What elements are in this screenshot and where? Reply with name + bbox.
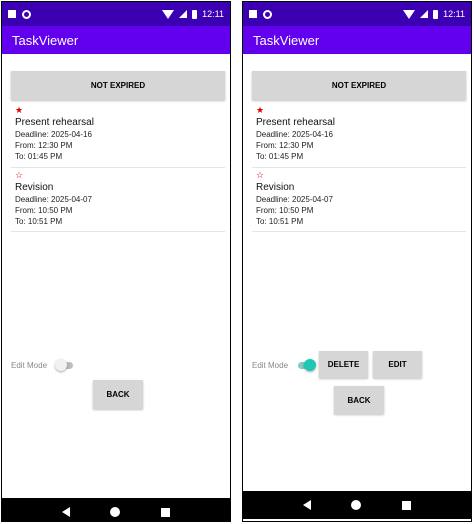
edit-mode-toggle[interactable] — [55, 358, 75, 372]
nav-back-icon[interactable] — [303, 500, 312, 510]
status-time: 12:11 — [443, 9, 465, 19]
notification-icon — [263, 9, 272, 19]
task-to: To: 10:51 PM — [15, 217, 63, 226]
task-from: From: 10:50 PM — [15, 206, 73, 215]
app-title: TaskViewer — [253, 32, 320, 48]
app-title: TaskViewer — [12, 32, 79, 48]
status-time: 12:11 — [202, 9, 224, 19]
task-to: To: 01:45 PM — [15, 152, 63, 161]
task-deadline: Deadline: 2025-04-16 — [15, 130, 92, 139]
task-deadline: Deadline: 2025-04-07 — [256, 195, 333, 204]
not-expired-button[interactable]: NOT EXPIRED — [252, 71, 466, 100]
signal-icon — [420, 10, 429, 18]
task-deadline: Deadline: 2025-04-16 — [256, 130, 333, 139]
outline-star-icon: ☆ — [15, 170, 24, 180]
task-list: ★ Present rehearsal Deadline: 2025-04-16… — [11, 105, 225, 232]
phone-screen-edit-on: 12:11 TaskViewer NOT EXPIRED ★ Present r… — [242, 1, 472, 522]
edit-mode-toggle[interactable] — [296, 358, 317, 372]
edit-mode-label: Edit Mode — [252, 360, 289, 370]
task-name: Present rehearsal — [256, 117, 335, 128]
back-button[interactable]: BACK — [93, 380, 143, 409]
app-bar: TaskViewer — [2, 26, 230, 54]
edit-mode-row: Edit Mode — [11, 358, 75, 372]
delete-button[interactable]: DELETE — [319, 351, 368, 378]
nav-home-icon[interactable] — [110, 507, 121, 517]
app-bar: TaskViewer — [243, 26, 471, 54]
task-list: ★ Present rehearsal Deadline: 2025-04-16… — [252, 105, 466, 232]
filled-star-icon: ★ — [256, 105, 265, 115]
not-expired-button[interactable]: NOT EXPIRED — [11, 71, 225, 100]
status-bar: 12:11 — [2, 2, 230, 26]
task-name: Present rehearsal — [15, 117, 94, 128]
task-item[interactable]: ☆ Revision Deadline: 2025-04-07 From: 10… — [252, 168, 466, 232]
task-from: From: 12:30 PM — [15, 141, 73, 150]
back-button[interactable]: BACK — [334, 386, 384, 414]
battery-icon — [433, 9, 439, 19]
outline-star-icon: ☆ — [256, 170, 265, 180]
wifi-icon — [403, 9, 416, 19]
task-name: Revision — [15, 182, 54, 193]
nav-recents-icon[interactable] — [160, 507, 170, 517]
filled-star-icon: ★ — [15, 105, 24, 115]
wifi-icon — [162, 9, 175, 19]
task-to: To: 01:45 PM — [256, 152, 304, 161]
nav-home-icon[interactable] — [351, 500, 362, 510]
signal-icon — [179, 10, 188, 18]
task-deadline: Deadline: 2025-04-07 — [15, 195, 92, 204]
phone-screen-edit-off: 12:11 TaskViewer NOT EXPIRED ★ Present r… — [1, 1, 231, 522]
notification-icon — [22, 9, 31, 19]
sim-icon — [8, 10, 16, 18]
task-from: From: 12:30 PM — [256, 141, 314, 150]
nav-back-icon[interactable] — [62, 507, 71, 517]
task-name: Revision — [256, 182, 295, 193]
task-from: From: 10:50 PM — [256, 206, 314, 215]
task-item[interactable]: ★ Present rehearsal Deadline: 2025-04-16… — [11, 105, 225, 168]
sim-icon — [249, 10, 257, 18]
edit-mode-label: Edit Mode — [11, 360, 48, 370]
nav-recents-icon[interactable] — [401, 500, 411, 510]
edit-mode-row: Edit Mode — [252, 358, 317, 372]
battery-icon — [192, 9, 198, 19]
task-to: To: 10:51 PM — [256, 217, 304, 226]
edit-button[interactable]: EDIT — [373, 351, 422, 378]
task-item[interactable]: ★ Present rehearsal Deadline: 2025-04-16… — [252, 105, 466, 168]
navigation-bar — [243, 491, 471, 519]
task-item[interactable]: ☆ Revision Deadline: 2025-04-07 From: 10… — [11, 168, 225, 232]
status-bar: 12:11 — [243, 2, 471, 26]
navigation-bar — [2, 498, 230, 521]
